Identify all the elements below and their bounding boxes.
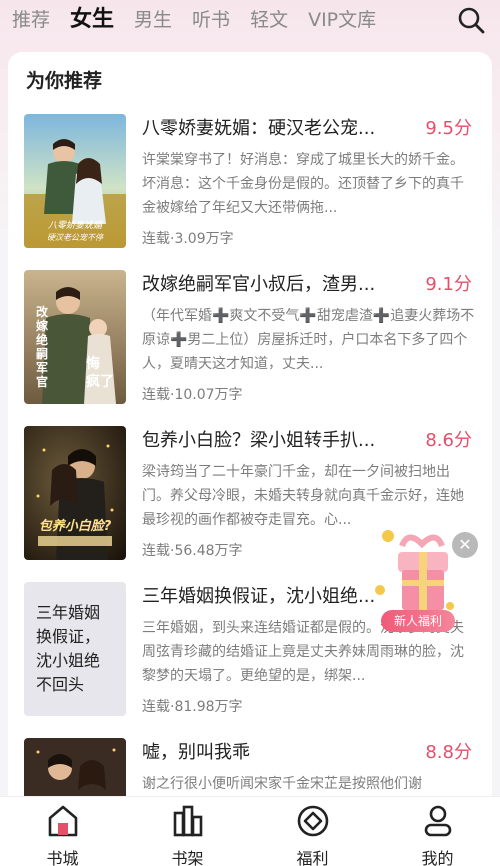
svg-text:疯了: 疯了 <box>86 373 114 390</box>
book-item[interactable]: 八零娇妻妩媚 硬汉老公宠不停 八零娇妻妩媚：硬汉老公宠... 9.5分 许棠棠穿… <box>24 114 484 254</box>
book-cover-1[interactable]: 八零娇妻妩媚 硬汉老公宠不停 <box>24 114 126 248</box>
gift-close-button[interactable]: ✕ <box>452 532 478 558</box>
book-description: 梁诗筠当了二十年豪门千金，却在一夕间被扫地出门。养父母冷眼，未婚夫转身就向真千金… <box>142 464 464 528</box>
nav-bookshelf[interactable]: 书架 <box>125 797 250 866</box>
svg-text:八零娇妻妩媚: 八零娇妻妩媚 <box>48 220 104 231</box>
book-title: 包养小白脸？梁小姐转手扒... <box>142 430 376 451</box>
nav-welfare[interactable]: 福利 <box>250 797 375 866</box>
book-title: 改嫁绝嗣军官小叔后，渣男... <box>142 274 376 295</box>
book-cover-text: 三年婚姻换假证，沈小姐绝不回头 <box>36 603 101 694</box>
svg-text:绝: 绝 <box>36 332 48 347</box>
book-score: 8.8分 <box>425 742 472 763</box>
nav-label: 书城 <box>46 849 79 866</box>
book-cover-3[interactable]: 包养小白脸? <box>24 426 126 560</box>
user-icon <box>424 805 451 837</box>
search-icon[interactable] <box>456 5 486 35</box>
book-score: 9.1分 <box>425 274 472 295</box>
tab-vip-library[interactable]: VIP文库 <box>308 0 376 40</box>
book-score: 8.6分 <box>425 430 472 451</box>
svg-text:悔: 悔 <box>86 355 100 372</box>
nav-mine[interactable]: 我的 <box>375 797 500 866</box>
book-cover-2[interactable]: 改 嫁 绝 嗣 军 官 悔 疯了 <box>24 270 126 404</box>
nav-bookstore[interactable]: 书城 <box>0 797 125 866</box>
bottom-nav: 书城 书架 福利 我的 <box>0 796 500 866</box>
svg-text:嗣: 嗣 <box>36 347 48 361</box>
svg-text:军: 军 <box>36 360 48 375</box>
bookshelf-icon <box>173 805 202 837</box>
book-meta: 连载·81.98万字 <box>142 699 243 715</box>
recommend-card: 为你推荐 八零娇妻妩媚 硬汉老公宠不停 八零娇妻妩媚：硬汉老公宠... 9.5分… <box>8 52 492 812</box>
tab-female[interactable]: 女生 <box>70 0 114 40</box>
top-tab-bar: 推荐 女生 男生 听书 轻文 VIP文库 <box>0 0 500 40</box>
tab-recommend[interactable]: 推荐 <box>12 0 50 40</box>
section-title-text: 为你推荐 <box>26 70 103 92</box>
book-description: （年代军婚➕爽文不受气➕甜宠虐渣➕追妻火葬场不原谅➕男二上位）房屋拆迁时，户口本… <box>142 308 475 372</box>
svg-text:官: 官 <box>36 374 48 389</box>
tab-male[interactable]: 男生 <box>134 0 172 40</box>
gift-label[interactable]: 新人福利 <box>381 610 455 632</box>
book-meta: 连载·3.09万字 <box>142 231 234 247</box>
book-title: 嘘，别叫我乖 <box>142 742 250 763</box>
nav-label: 书架 <box>171 849 204 866</box>
book-title: 八零娇妻妩媚：硬汉老公宠... <box>142 118 376 139</box>
book-title: 三年婚姻换假证，沈小姐绝... <box>142 586 376 607</box>
book-description: 许棠棠穿书了！好消息：穿成了城里长大的娇千金。坏消息：这个千金身份是假的。还顶替… <box>142 152 464 216</box>
nav-label: 我的 <box>421 849 454 866</box>
tab-audiobook[interactable]: 听书 <box>192 0 230 40</box>
book-score: 9.5分 <box>425 118 472 139</box>
svg-text:包养小白脸?: 包养小白脸? <box>39 518 112 534</box>
svg-text:硬汉老公宠不停: 硬汉老公宠不停 <box>47 233 105 242</box>
book-meta: 连载·56.48万字 <box>142 543 243 559</box>
book-meta: 连载·10.07万字 <box>142 387 243 403</box>
section-title: 为你推荐 <box>24 66 103 93</box>
nav-label: 福利 <box>296 849 329 866</box>
book-cover-4[interactable]: 三年婚姻换假证，沈小姐绝不回头 <box>24 582 126 716</box>
book-item[interactable]: 改 嫁 绝 嗣 军 官 悔 疯了 改嫁绝嗣军官小叔后，渣男... 9.1分 （年… <box>24 270 484 410</box>
svg-text:改: 改 <box>36 304 49 319</box>
tab-light-novel[interactable]: 轻文 <box>250 0 288 40</box>
home-icon <box>48 805 77 837</box>
welfare-icon <box>297 805 328 837</box>
svg-text:嫁: 嫁 <box>35 318 48 333</box>
